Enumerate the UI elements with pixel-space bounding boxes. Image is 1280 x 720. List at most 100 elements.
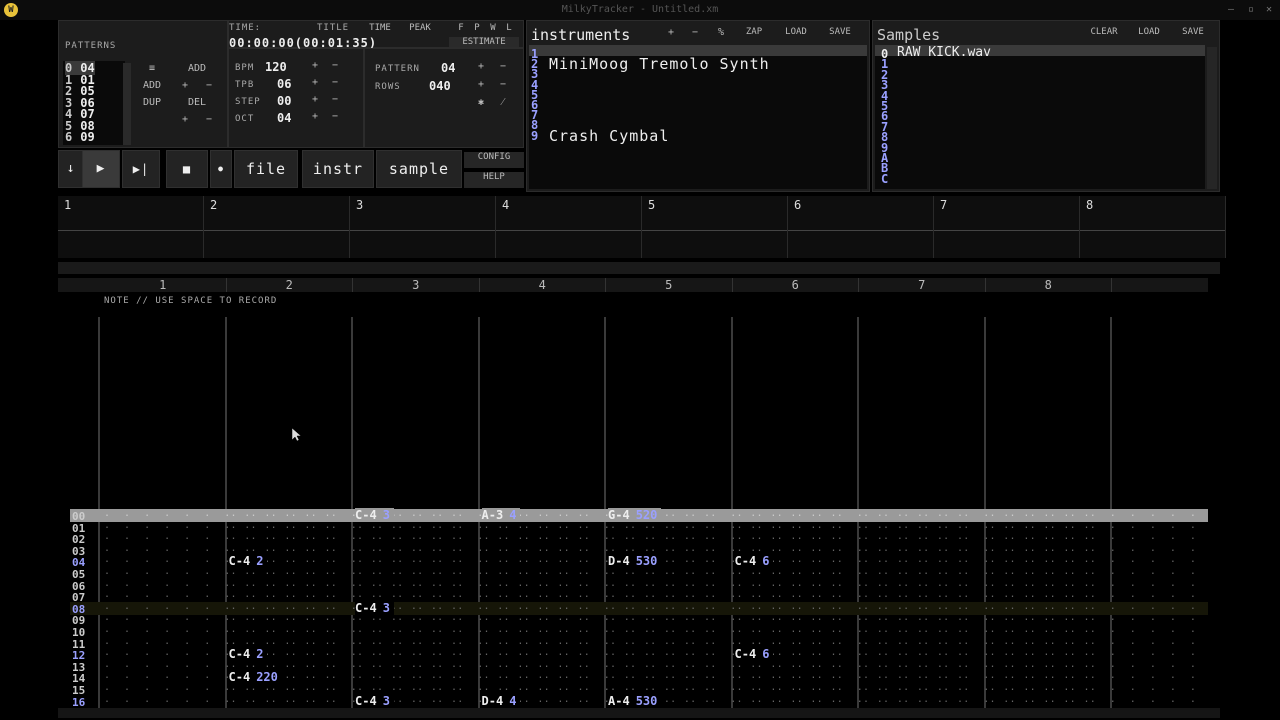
pattern-list-scrollbar[interactable] [123,63,131,145]
note-cell[interactable]: G-4 520 [608,508,662,522]
track-scope[interactable]: 5 [642,196,788,258]
instrument-name[interactable]: Crash Cymbal [549,127,669,145]
sample-name[interactable]: RAW KICK.wav [897,45,991,60]
step-plus-button[interactable]: + [307,94,323,105]
track-scope[interactable]: 8 [1080,196,1226,258]
note-cell[interactable]: C-4 6 [734,554,774,569]
note-cell[interactable]: D-4 530 [608,554,662,569]
flag-p-button[interactable]: P [471,23,483,33]
tpb-plus-button[interactable]: + [307,77,323,88]
step-minus-button[interactable]: − [327,94,343,105]
instrument-zap-button[interactable]: ZAP [737,27,771,37]
note-cell[interactable]: A-4 530 [608,693,662,708]
pattern-row[interactable]: . . . . . . . . . . . .. . . . . . . . .… [100,580,1206,591]
follow-song-button[interactable]: ↓ [58,150,84,188]
channel-header[interactable]: 2 [226,278,353,292]
bpm-plus-button[interactable]: + [307,60,323,71]
pattern-row[interactable]: . . . . . . . . . . . .. . . . . . . . .… [100,533,1206,544]
track-scope[interactable]: 4 [496,196,642,258]
peak-button[interactable]: PEAK [403,23,437,33]
estimate-button[interactable]: ESTIMATE [449,37,519,47]
pattern-row[interactable]: . . . . . . . . . . . .. . . . . . . . .… [100,614,1206,625]
pattern-row[interactable]: . . . . . . . . . . . .. . . . . . . . .… [100,603,1206,614]
flag-f-button[interactable]: F [455,23,467,33]
sample-load-button[interactable]: LOAD [1129,27,1169,37]
channel-header[interactable]: 6 [732,278,859,292]
channel-header[interactable]: 8 [985,278,1112,292]
channel-header[interactable]: 4 [479,278,606,292]
note-cell[interactable]: A-3 4 [481,508,521,522]
play-pattern-button[interactable]: ▶| [122,150,160,188]
sample-list-scrollbar[interactable] [1207,47,1217,189]
order-add-button[interactable]: ADD [139,80,165,94]
close-icon[interactable]: ✕ [1262,3,1276,17]
sample-clear-button[interactable]: CLEAR [1083,27,1125,37]
rows-expand-button[interactable]: ✱ [473,97,489,108]
scopes-scrollbar[interactable] [58,262,1220,274]
pattern-minus-button[interactable]: − [199,80,219,94]
instrument-remove-button[interactable]: − [685,27,705,38]
rows-minus-button[interactable]: − [495,79,511,90]
flag-w-button[interactable]: W [487,23,499,33]
track-scope[interactable]: 3 [350,196,496,258]
instrument-percent-button[interactable]: % [711,27,731,38]
instr-button[interactable]: instr [302,150,374,188]
instrument-list[interactable]: 1 2 MiniMoog Tremolo Synth 3 4 5 6 7 8 9 Crash Cym… [529,45,867,189]
sample-button[interactable]: sample [376,150,462,188]
note-cell[interactable]: C-4 2 [228,647,268,662]
order-plus-button[interactable]: + [175,114,195,128]
pattern-add-button[interactable]: ADD [175,63,219,77]
sample-save-button[interactable]: SAVE [1173,27,1213,37]
maximize-icon[interactable]: ▫ [1244,3,1258,17]
instrument-load-button[interactable]: LOAD [777,27,815,37]
track-scope[interactable]: 6 [788,196,934,258]
order-del-button[interactable]: DEL [175,97,219,111]
note-cell[interactable]: C-4 2 [228,554,268,569]
pattern-plus-button[interactable]: + [175,80,195,94]
help-button[interactable]: HELP [464,172,524,188]
stop-button[interactable]: ■ [166,150,208,188]
sample-list[interactable]: 0 1 2 3 4 5 6 7 8 9 A B C RAW KICK.wav [875,45,1205,189]
channel-header[interactable]: 1 [100,278,227,292]
flag-l-button[interactable]: L [503,23,515,33]
track-scope[interactable]: 1 [58,196,204,258]
track-scope[interactable]: 7 [934,196,1080,258]
pattern-order-item[interactable]: 6 09 [65,130,95,144]
note-cell[interactable]: D-4 4 [481,693,521,708]
channel-header[interactable]: 7 [859,278,986,292]
pattern-row[interactable]: . . . . . . . . . . . .. . . . . . . . .… [100,568,1206,579]
note-cell[interactable]: C-4 3 [355,600,394,615]
note-cell[interactable]: C-4 3 [355,693,394,708]
channel-header[interactable]: 5 [606,278,733,292]
note-cell[interactable]: C-4 3 [355,508,394,522]
oct-plus-button[interactable]: + [307,111,323,122]
order-dup-button[interactable]: DUP [139,97,165,111]
track-scope[interactable]: 2 [204,196,350,258]
pattern-number-plus-button[interactable]: + [473,61,489,72]
pattern-row[interactable]: . . . . . . . . . . . .. . . . . . . . .… [100,626,1206,637]
file-button[interactable]: file [234,150,298,188]
instrument-name[interactable]: MiniMoog Tremolo Synth [549,55,770,73]
time-button[interactable]: TIME [363,23,397,33]
pattern-order-list[interactable]: 0 04 1 01 2 05 3 06 4 07 5 08 6 09 [63,61,125,145]
order-minus-button[interactable]: − [199,114,219,128]
instrument-save-button[interactable]: SAVE [821,27,859,37]
pattern-number-minus-button[interactable]: − [495,61,511,72]
play-song-button[interactable]: ▶ [82,150,120,188]
note-cell[interactable]: C-4 6 [734,647,774,662]
instrument-add-button[interactable]: + [661,27,681,38]
rows-shrink-button[interactable]: ⁄ [495,97,511,108]
bpm-minus-button[interactable]: − [327,60,343,71]
note-cell[interactable]: C-4 220 [228,670,282,685]
minimize-icon[interactable]: — [1224,3,1238,17]
pattern-menu-button[interactable]: ≡ [139,63,165,77]
record-button[interactable]: ● [210,150,232,188]
pattern-row[interactable]: . . . . . . . . . . . .. . . . . . . . .… [100,591,1206,602]
pattern-scrollbar[interactable] [58,708,1220,718]
oct-minus-button[interactable]: − [327,111,343,122]
tpb-minus-button[interactable]: − [327,77,343,88]
channel-header[interactable]: 3 [353,278,480,292]
config-button[interactable]: CONFIG [464,152,524,168]
pattern-row[interactable]: . . . . . . . . . . . .. . . . . . . . .… [100,522,1206,533]
rows-plus-button[interactable]: + [473,79,489,90]
